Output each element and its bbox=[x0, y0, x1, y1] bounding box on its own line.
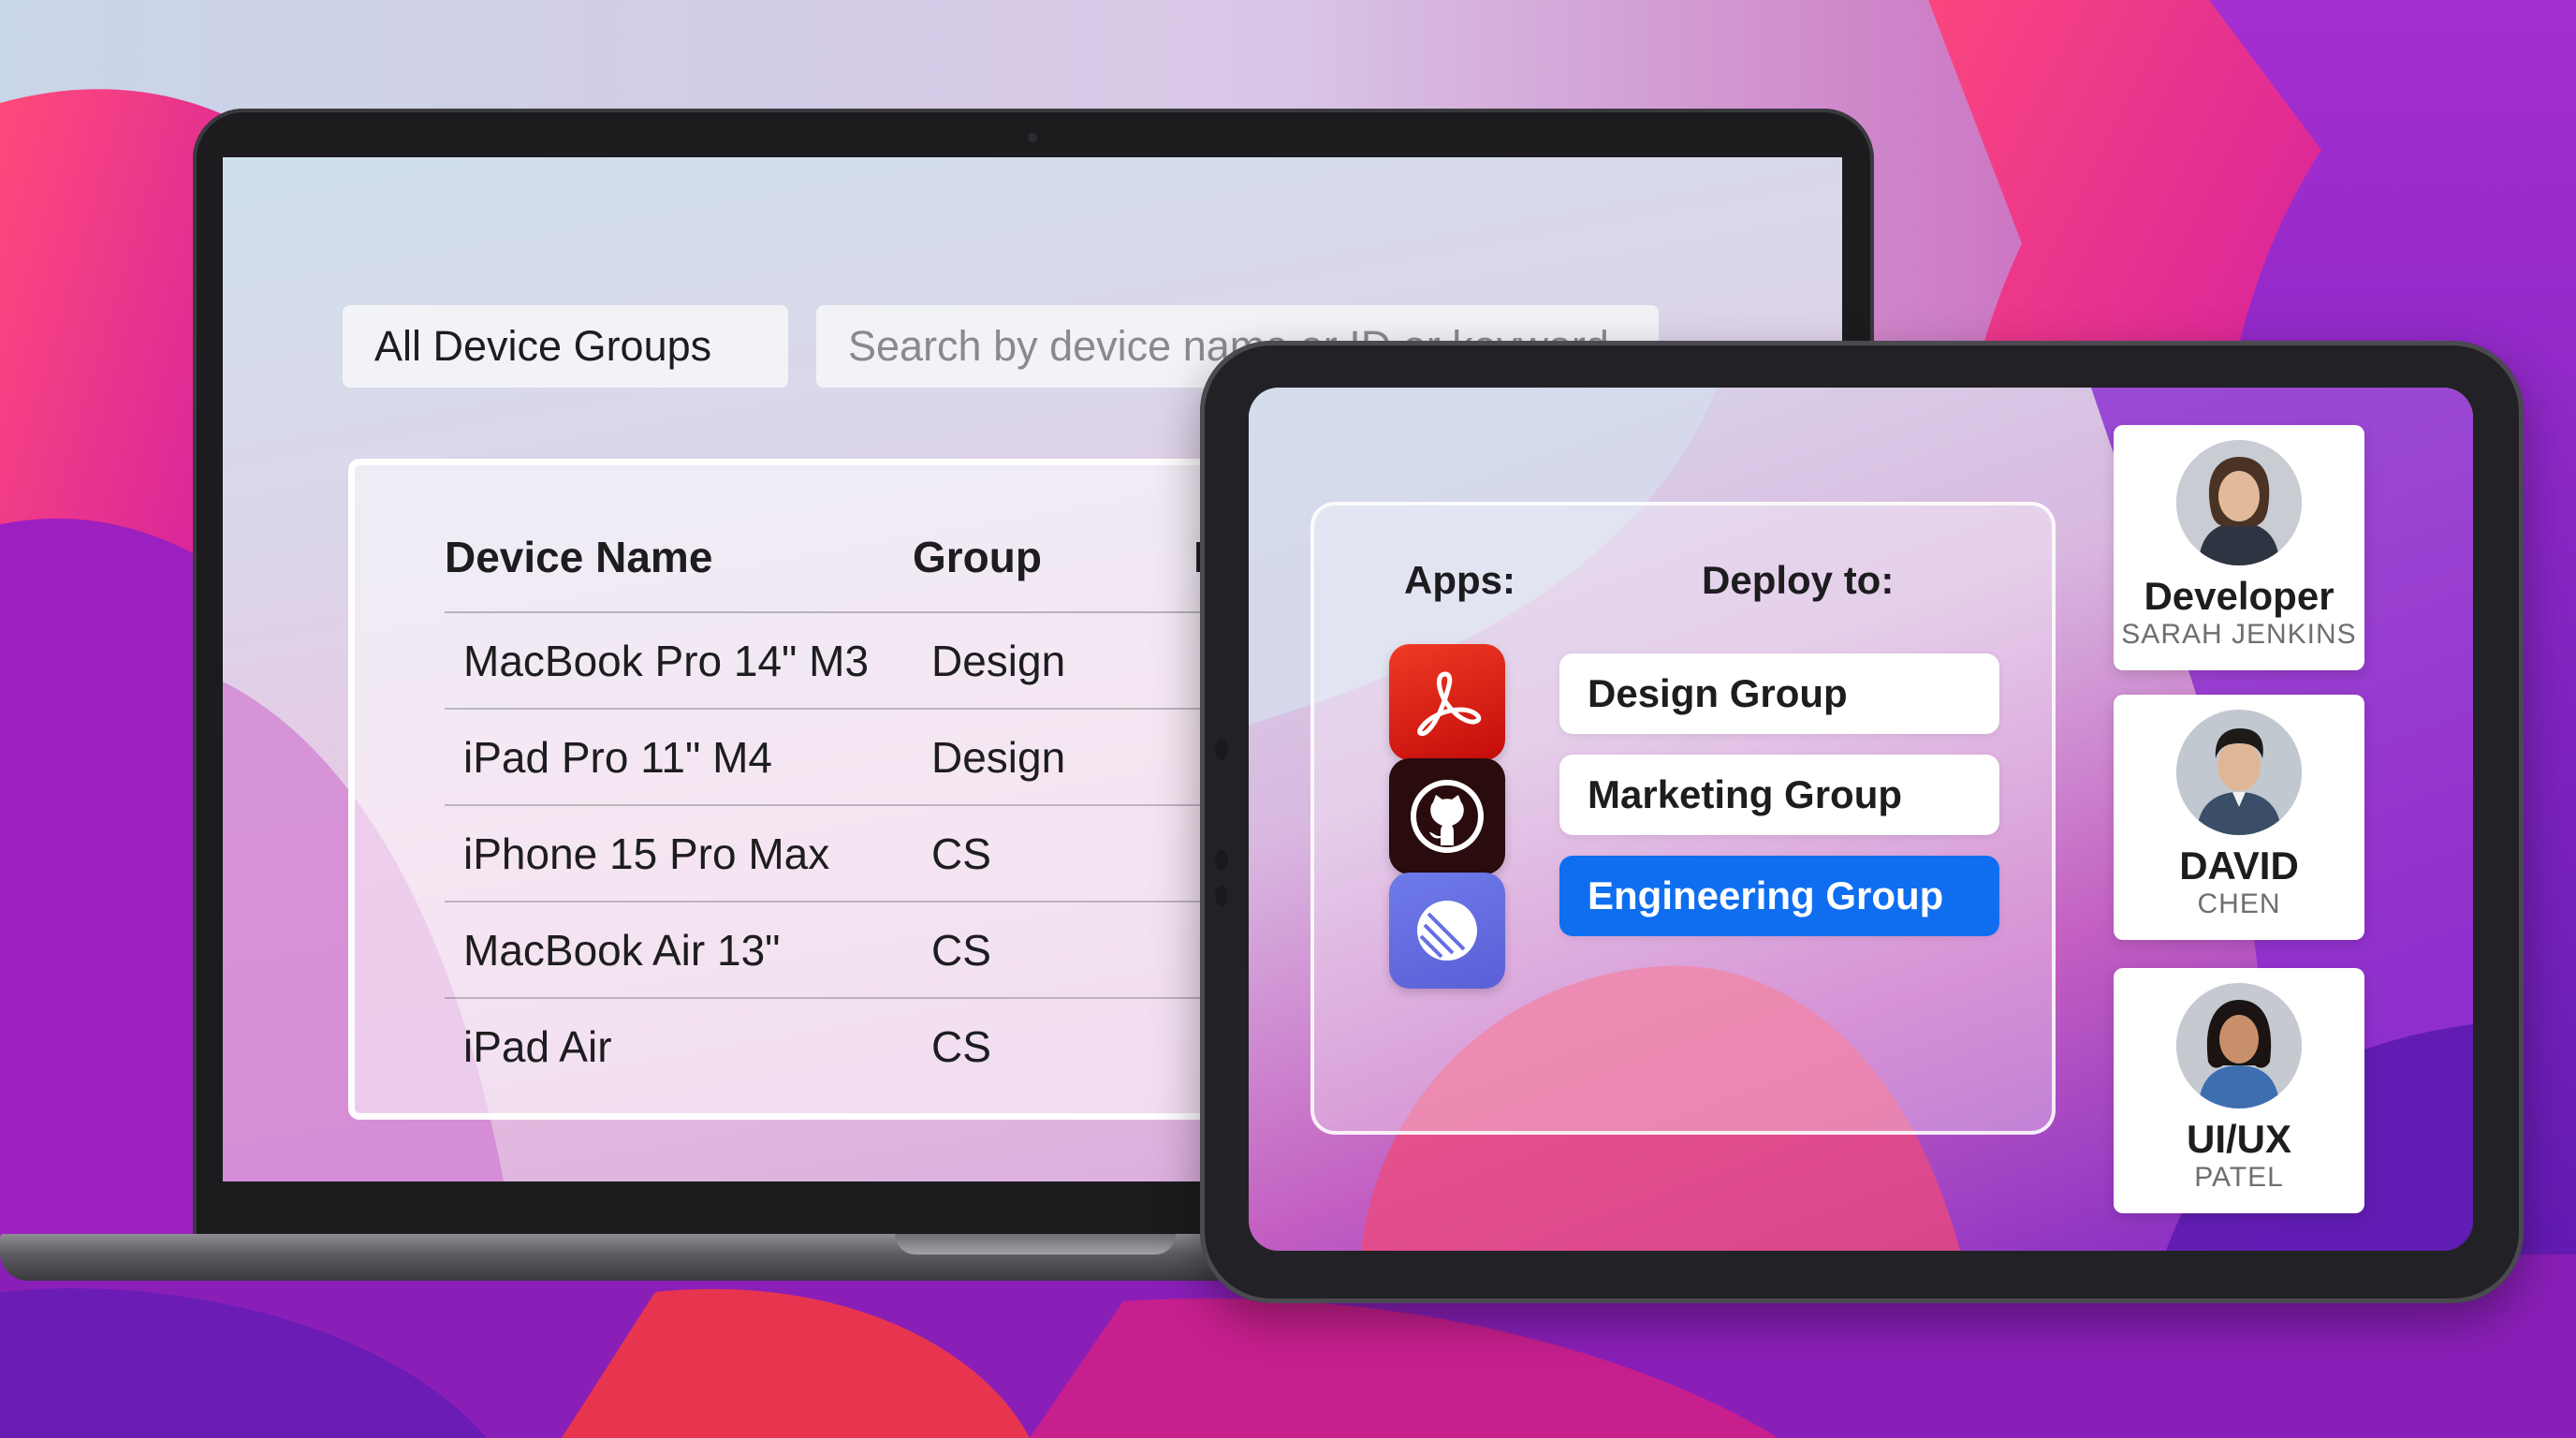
device-name-cell: MacBook Air 13" bbox=[463, 925, 781, 975]
apps-heading: Apps: bbox=[1404, 558, 1515, 602]
table-row[interactable]: iPhone 15 Pro Max CS bbox=[445, 806, 1296, 902]
column-header-device-name[interactable]: Device Name bbox=[445, 532, 913, 582]
user-role: DAVID bbox=[2179, 844, 2299, 888]
adobe-acrobat-icon[interactable] bbox=[1389, 644, 1505, 760]
deploy-option-label: Marketing Group bbox=[1588, 772, 1903, 816]
app-deploy-panel: Apps: Deploy to: Design Group Marketing … bbox=[1310, 502, 2056, 1135]
devices-table: Device Name Group I MacBook Pro 14" M3 D… bbox=[445, 503, 1296, 1093]
table-row[interactable]: MacBook Air 13" CS bbox=[445, 902, 1296, 999]
user-card[interactable]: UI/UX PATEL bbox=[2114, 968, 2364, 1213]
table-row[interactable]: iPad Air CS bbox=[445, 999, 1296, 1093]
avatar bbox=[2176, 710, 2302, 835]
table-row[interactable]: iPad Pro 11" M4 Design bbox=[445, 710, 1296, 806]
user-name: SARAH JENKINS bbox=[2121, 619, 2357, 650]
column-header-group[interactable]: Group bbox=[913, 532, 1193, 582]
deploy-option-marketing-group[interactable]: Marketing Group bbox=[1559, 755, 1999, 835]
device-name-cell: MacBook Pro 14" M3 bbox=[463, 636, 870, 685]
deploy-option-engineering-group[interactable]: Engineering Group bbox=[1559, 856, 1999, 936]
device-name-cell: iPad Pro 11" M4 bbox=[463, 732, 772, 782]
device-group-filter-label: All Device Groups bbox=[374, 322, 712, 370]
deploy-option-label: Engineering Group bbox=[1588, 873, 1944, 917]
table-row[interactable]: MacBook Pro 14" M3 Design bbox=[445, 613, 1296, 710]
avatar bbox=[2176, 983, 2302, 1108]
avatar bbox=[2176, 440, 2302, 565]
camera-icon bbox=[1028, 133, 1037, 142]
user-role: UI/UX bbox=[2186, 1117, 2291, 1161]
device-group-filter[interactable]: All Device Groups bbox=[343, 305, 788, 388]
device-group-cell: Design bbox=[931, 636, 1066, 685]
table-header: Device Name Group I bbox=[445, 503, 1296, 613]
user-card[interactable]: DAVID CHEN bbox=[2114, 695, 2364, 940]
user-name: PATEL bbox=[2194, 1162, 2284, 1193]
device-group-cell: CS bbox=[931, 925, 991, 975]
linear-icon[interactable] bbox=[1389, 873, 1505, 989]
device-group-cell: CS bbox=[931, 1021, 991, 1071]
device-group-cell: CS bbox=[931, 829, 991, 878]
github-icon[interactable] bbox=[1389, 758, 1505, 874]
device-group-cell: Design bbox=[931, 732, 1066, 782]
user-name: CHEN bbox=[2197, 888, 2281, 919]
laptop-hinge-notch bbox=[895, 1234, 1176, 1255]
deploy-to-heading: Deploy to: bbox=[1702, 558, 1895, 602]
user-role: Developer bbox=[2144, 574, 2334, 618]
device-name-cell: iPad Air bbox=[463, 1021, 612, 1071]
tablet-screen: Apps: Deploy to: Design Group Marketing … bbox=[1249, 388, 2473, 1251]
tablet-side-button bbox=[1215, 886, 1228, 906]
devices-panel: Device Name Group I MacBook Pro 14" M3 D… bbox=[348, 459, 1303, 1120]
device-name-cell: iPhone 15 Pro Max bbox=[463, 829, 830, 878]
tablet-side-button bbox=[1215, 740, 1228, 760]
tablet-side-button bbox=[1215, 850, 1228, 871]
deploy-option-design-group[interactable]: Design Group bbox=[1559, 653, 1999, 734]
deploy-option-label: Design Group bbox=[1588, 671, 1848, 715]
user-card[interactable]: Developer SARAH JENKINS bbox=[2114, 425, 2364, 670]
